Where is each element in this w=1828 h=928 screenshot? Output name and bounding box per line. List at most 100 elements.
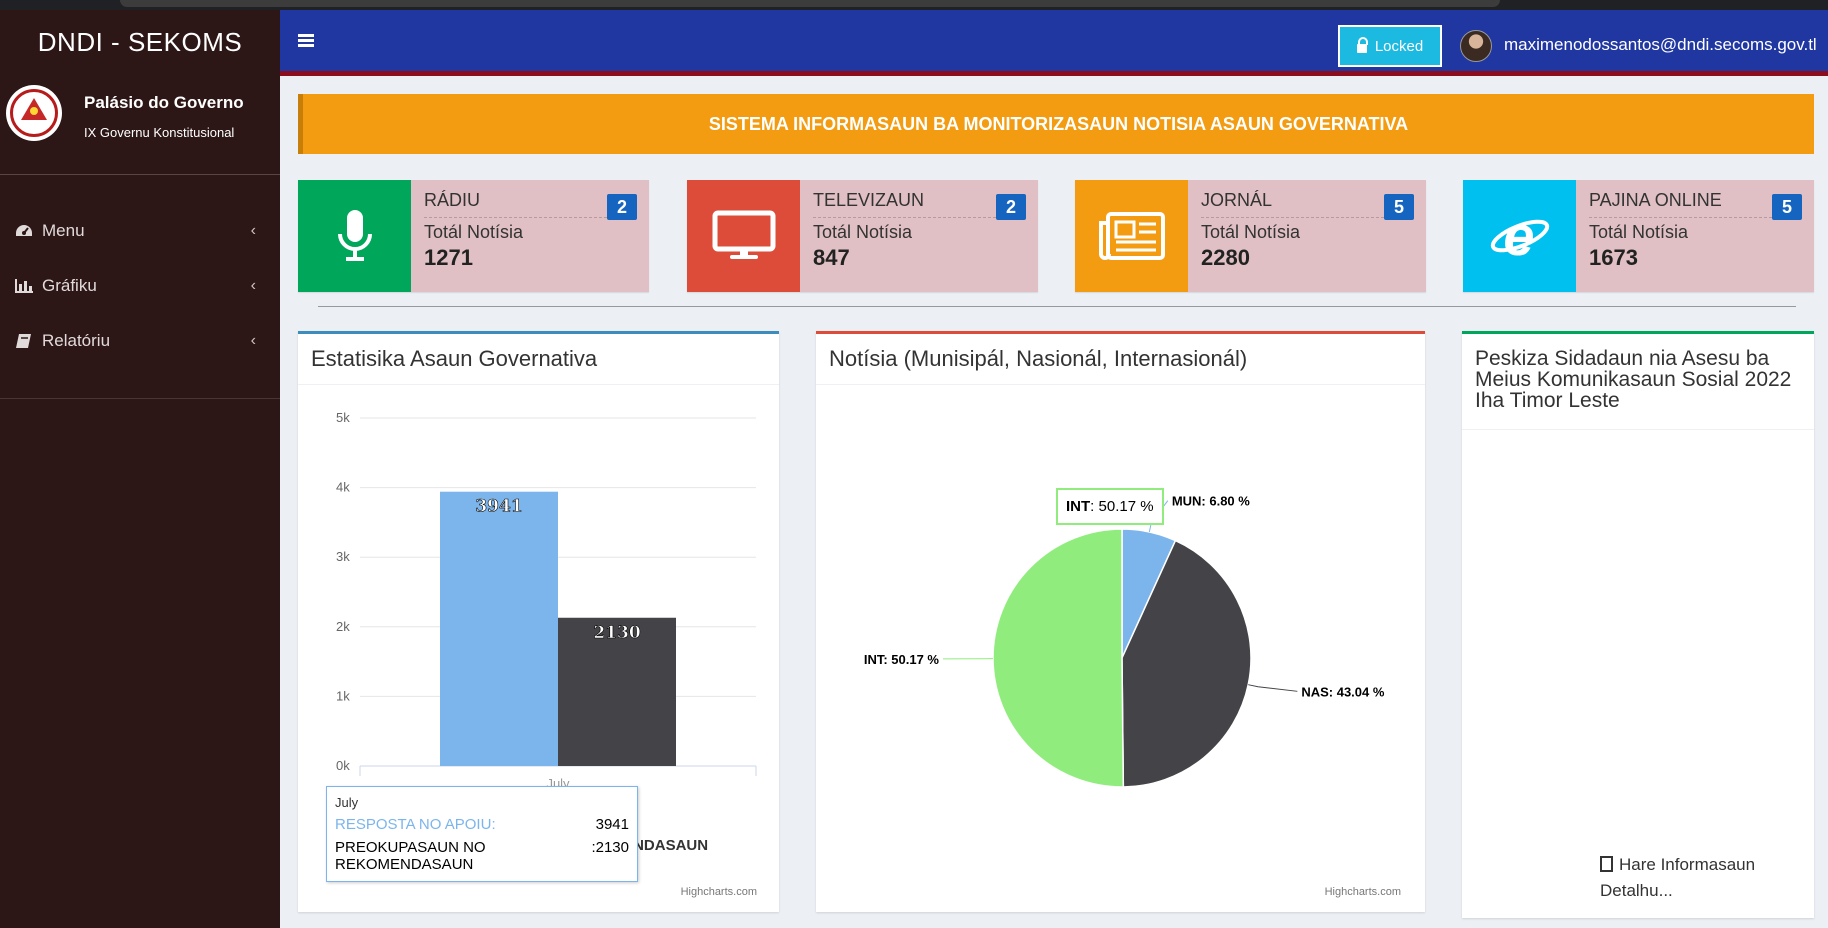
pie-data-label: NAS: 43.04 % (1301, 684, 1385, 699)
info-label: Totál Notísia (1201, 222, 1301, 242)
org-info: Palásio do Governo IX Governu Konstitusi… (84, 93, 244, 140)
user-email[interactable]: maximenodossantos@dndi.secoms.gov.tl (1504, 35, 1817, 55)
org-panel: Palásio do Governo IX Governu Konstitusi… (0, 75, 280, 175)
chevron-left-icon: ‹ (250, 332, 256, 349)
sidebar-item-grafiku[interactable]: Gráfiku ‹ (0, 258, 280, 313)
browser-strip (0, 0, 1828, 10)
svg-text:e: e (1503, 208, 1534, 264)
info-title: PAJINA ONLINE (1589, 188, 1802, 218)
info-icon-bg (1075, 180, 1188, 292)
info-box-televizaun[interactable]: TELEVIZAUN 2 Totál Notísia 847 (687, 180, 1038, 292)
sidebar: DNDI - SEKOMS Palásio do Governo IX Gove… (0, 10, 280, 928)
sidebar-item-menu[interactable]: Menu ‹ (0, 203, 280, 258)
bar-data-label: 3941 (475, 497, 522, 517)
tooltip-row: PREOKUPASAUN NO REKOMENDASAUN: 2130 (335, 839, 629, 873)
info-icon-bg: e (1463, 180, 1576, 292)
internet-explorer-icon: e (1490, 208, 1549, 264)
pie-tooltip: INT: 50.17 % (1056, 488, 1164, 525)
info-icon-bg (298, 180, 411, 292)
dashboard-icon (16, 224, 32, 236)
y-tick-label: 2k (336, 619, 350, 634)
pie-data-label: INT: 50.17 % (864, 652, 940, 667)
org-name: Palásio do Governo (84, 93, 244, 112)
sidebar-item-label: Relatóriu (42, 330, 111, 350)
info-title: JORNÁL (1201, 188, 1414, 218)
pie-tooltip-value: : 50.17 % (1090, 498, 1154, 515)
government-seal-logo (6, 85, 62, 141)
survey-box: Peskiza Sidadaun nia Asesu ba Meius Komu… (1462, 331, 1814, 918)
sidebar-item-label: Gráfiku (42, 275, 97, 295)
bar-chart-box: Estatisika Asaun Governativa 0k 1k 2k 3k 4k 5… (298, 331, 779, 912)
pie-tooltip-label: INT (1066, 498, 1091, 515)
detail-link-label: Hare Informasaun Detalhu... (1600, 855, 1756, 900)
bar-chart-icon (15, 278, 33, 293)
lock-icon (1356, 36, 1368, 53)
survey-title: Peskiza Sidadaun nia Asesu ba Meius Komu… (1462, 334, 1814, 430)
count-badge: 2 (996, 194, 1026, 220)
section-divider (318, 306, 1796, 307)
count-badge: 5 (1772, 194, 1802, 220)
locked-button[interactable]: Locked (1338, 25, 1442, 67)
info-icon-bg (687, 180, 800, 292)
tooltip-series-value: 3941 (595, 816, 629, 833)
bar-chart-title: Estatisika Asaun Governativa (298, 334, 779, 385)
info-label: Totál Notísia (1589, 222, 1689, 242)
info-box-radiu[interactable]: RÁDIU 2 Totál Notísia 1271 (298, 180, 649, 292)
chevron-left-icon: ‹ (250, 222, 256, 239)
info-content: TELEVIZAUN 2 Totál Notísia 847 (813, 188, 1026, 271)
bar-tooltip: July RESPOSTA NO APOIU: 3941 PREOKUPASAU… (326, 786, 638, 882)
pie-chart: MUN: 6.80 % NAS: 43.04 % INT: 50.17 % (864, 494, 1385, 788)
info-content: JORNÁL 5 Totál Notísia 2280 (1201, 188, 1414, 271)
tooltip-series-name: PREOKUPASAUN NO REKOMENDASAUN (335, 839, 486, 873)
pie-chart-title: Notísia (Munisipál, Nasionál, Internasio… (816, 334, 1425, 385)
y-tick-label: 1k (336, 688, 350, 703)
y-tick-label: 0k (336, 758, 350, 773)
highcharts-credit[interactable]: Highcharts.com (1325, 886, 1401, 898)
info-box-pajina-online[interactable]: e PAJINA ONLINE 5 Totál Notísia 1673 (1463, 180, 1814, 292)
info-value: 2280 (1201, 245, 1250, 270)
org-subtitle: IX Governu Konstitusional (84, 125, 235, 140)
info-title: RÁDIU (424, 188, 637, 218)
y-tick-label: 3k (336, 549, 350, 564)
top-header: Locked maximenodossantos@dndi.secoms.gov… (280, 10, 1828, 76)
sidebar-divider (0, 398, 280, 399)
tooltip-series-value: 2130 (595, 839, 629, 856)
info-title: TELEVIZAUN (813, 188, 1026, 218)
pie-chart-box: Notísia (Munisipál, Nasionál, Internasio… (816, 331, 1425, 912)
bar (440, 491, 558, 766)
system-banner: SISTEMA INFORMASAUN BA MONITORIZASAUN NO… (298, 94, 1814, 154)
tooltip-row: RESPOSTA NO APOIU: 3941 (335, 816, 629, 833)
sidebar-item-label: Menu (42, 220, 85, 240)
count-badge: 2 (607, 194, 637, 220)
microphone-icon (337, 210, 372, 261)
y-tick-label: 4k (336, 480, 350, 495)
info-label: Totál Notísia (424, 222, 524, 242)
pie-data-label: MUN: 6.80 % (1172, 494, 1250, 509)
highcharts-credit[interactable]: Highcharts.com (681, 886, 757, 898)
pie-connector (1248, 684, 1298, 692)
sidebar-item-relatoriu[interactable]: Relatóriu ‹ (0, 313, 280, 368)
info-value: 1673 (1589, 245, 1638, 270)
tooltip-header: July (335, 795, 359, 810)
browser-tab-bar (120, 0, 1500, 7)
detail-info-link[interactable]: Hare Informasaun Detalhu... (1600, 852, 1800, 904)
info-value: 1271 (424, 245, 473, 270)
info-box-jornal[interactable]: JORNÁL 5 Totál Notísia 2280 (1075, 180, 1426, 292)
info-content: RÁDIU 2 Totál Notísia 1271 (424, 188, 637, 271)
info-content: PAJINA ONLINE 5 Totál Notísia 1673 (1589, 188, 1802, 271)
locked-label: Locked (1374, 37, 1424, 55)
tooltip-series-name: RESPOSTA NO APOIU (335, 816, 492, 833)
monitor-icon (712, 210, 775, 259)
chevron-left-icon: ‹ (250, 277, 256, 294)
info-label: Totál Notísia (813, 222, 913, 242)
user-avatar[interactable] (1460, 30, 1492, 62)
hamburger-menu-icon[interactable] (298, 34, 314, 47)
brand-title[interactable]: DNDI - SEKOMS (0, 10, 280, 75)
pie-slice (992, 528, 1125, 788)
pdf-file-icon (1600, 856, 1613, 872)
newspaper-icon (1098, 212, 1165, 260)
y-tick-label: 5k (336, 410, 350, 425)
book-icon (16, 333, 31, 348)
info-value: 847 (813, 245, 850, 270)
count-badge: 5 (1384, 194, 1414, 220)
